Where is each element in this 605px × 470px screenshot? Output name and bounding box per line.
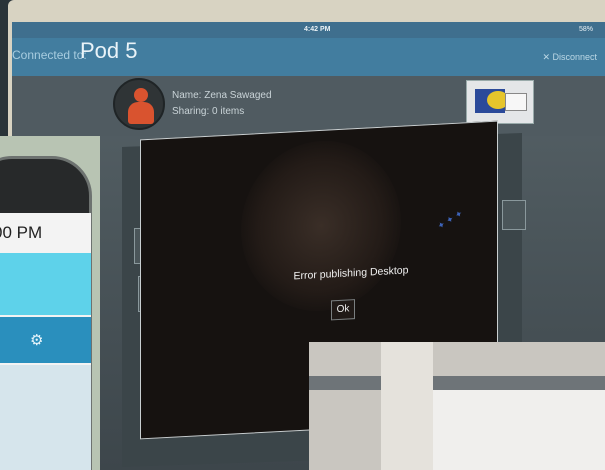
avatar-head — [134, 88, 148, 102]
status-bar: 4:42 PM 58% — [12, 22, 605, 38]
disconnect-button[interactable]: ✕ Disconnect — [542, 52, 597, 63]
phone-screen: 00 PM ⚙ — [0, 213, 91, 470]
phone-time: 00 PM — [0, 223, 43, 242]
gear-icon[interactable]: ⚙ — [30, 331, 43, 349]
phone-lower-panel — [0, 365, 91, 470]
avatar-body — [128, 102, 154, 124]
phone-photo: 00 PM ⚙ — [0, 136, 100, 470]
wall-post — [381, 342, 433, 470]
wall-photo — [309, 342, 605, 470]
shared-desktop-thumbnail[interactable] — [466, 80, 534, 124]
app-header: Connected to: Pod 5 ✕ Disconnect — [12, 38, 605, 76]
phone-cyan-panel — [0, 253, 91, 315]
phone-body: 00 PM ⚙ — [0, 156, 92, 470]
phone-settings-bar[interactable]: ⚙ — [0, 317, 91, 363]
photo-scene: 4:42 PM 58% Connected to: Pod 5 ✕ Discon… — [0, 0, 605, 470]
ok-button[interactable]: Ok — [331, 299, 355, 321]
user-sharing: Sharing: 0 items — [172, 106, 245, 117]
wall-strip — [309, 376, 605, 390]
user-name: Name: Zena Sawaged — [172, 90, 272, 101]
side-slot-right[interactable] — [502, 200, 526, 230]
reflection-light: ✦ ✦ ✦ — [435, 207, 465, 232]
pod-name: Pod 5 — [80, 38, 138, 63]
status-time: 4:42 PM — [304, 26, 331, 33]
thumbnail-window — [505, 93, 527, 111]
user-row: Name: Zena Sawaged Sharing: 0 items — [12, 76, 605, 136]
wall-panel — [433, 390, 605, 470]
avatar — [113, 78, 165, 130]
connected-label: Connected to: — [12, 48, 87, 62]
battery-indicator: 58% — [578, 26, 593, 33]
screen-reflection — [241, 136, 401, 316]
